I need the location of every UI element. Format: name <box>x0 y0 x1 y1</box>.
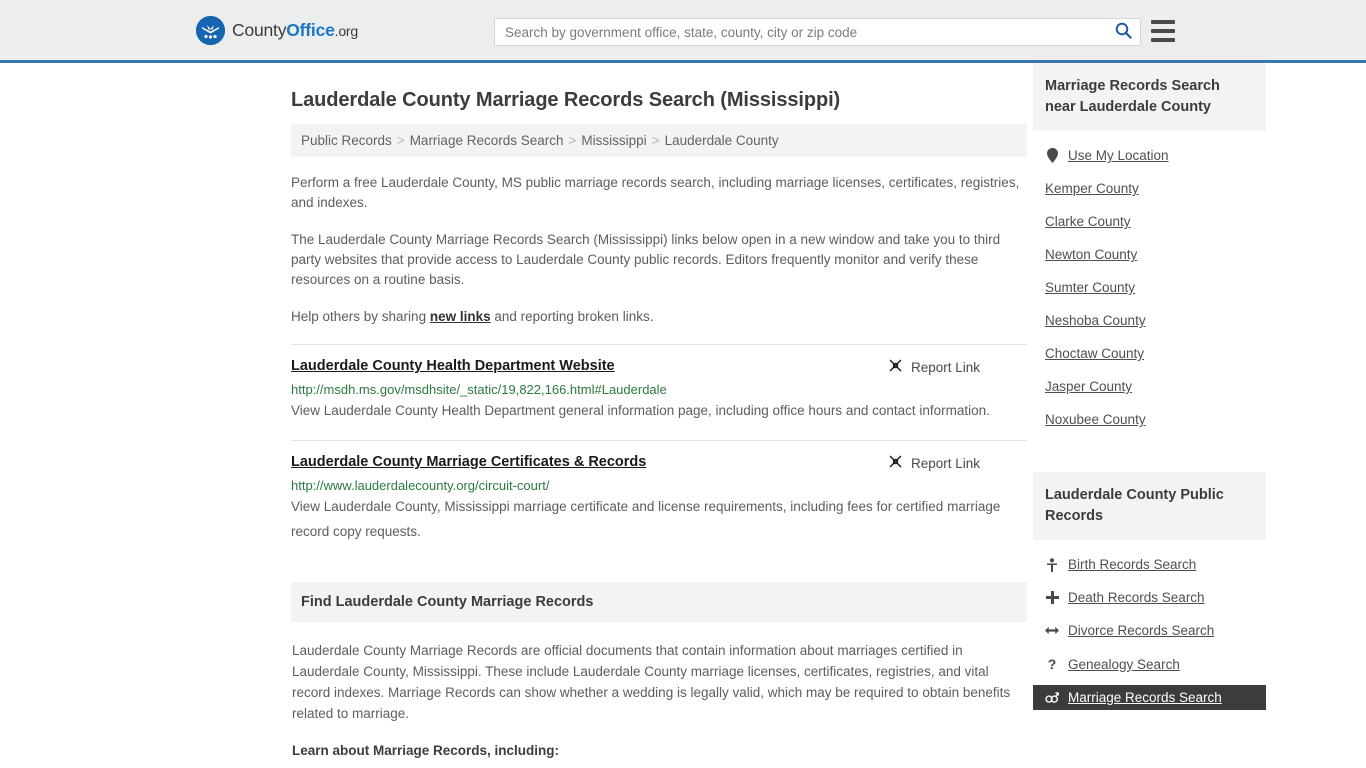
find-records-body: Lauderdale County Marriage Records are o… <box>291 640 1027 768</box>
page-body: Lauderdale County Marriage Records Searc… <box>0 63 1366 768</box>
sidebar-item-birth-records-search[interactable]: Birth Records Search <box>1033 552 1266 577</box>
male-female-symbols-icon <box>1045 691 1059 704</box>
result-url: http://www.lauderdalecounty.org/circuit-… <box>291 478 550 493</box>
main-column: Lauderdale County Marriage Records Searc… <box>291 63 1027 768</box>
intro-paragraph-2: The Lauderdale County Marriage Records S… <box>291 232 1001 287</box>
sidebar-item-label: Clarke County <box>1045 214 1131 229</box>
breadcrumb-separator: > <box>396 133 405 148</box>
page-title: Lauderdale County Marriage Records Searc… <box>291 89 841 111</box>
hamburger-menu-icon[interactable] <box>1151 20 1175 42</box>
map-pin-icon <box>1045 148 1059 163</box>
public-records-heading: Lauderdale County Public Records <box>1033 472 1266 540</box>
sidebar-item-label: Divorce Records Search <box>1068 623 1215 638</box>
public-records-list: Birth Records Search Death Records Searc… <box>1033 540 1266 722</box>
search-input[interactable] <box>495 19 1106 45</box>
result-description: View Lauderdale County Health Department… <box>291 403 990 418</box>
sidebar-item-label: Jasper County <box>1045 379 1133 394</box>
sidebar-item-death-records-search[interactable]: Death Records Search <box>1033 585 1266 610</box>
nearby-counties-card: Marriage Records Search near Lauderdale … <box>1033 63 1266 444</box>
report-link-label: Report Link <box>910 359 980 375</box>
sidebar-item-label: Genealogy Search <box>1068 656 1180 672</box>
breadcrumb-item-public-records[interactable]: Public Records <box>301 133 392 148</box>
result-item: Lauderdale County Marriage Certificates … <box>291 440 1027 544</box>
public-records-card: Lauderdale County Public Records Birth R… <box>1033 472 1266 722</box>
new-links-link[interactable]: new links <box>430 309 491 324</box>
search-icon <box>1115 22 1132 42</box>
sidebar-item-genealogy-search[interactable]: ? Genealogy Search <box>1033 651 1266 677</box>
sidebar-item-sumter-county[interactable]: Sumter County <box>1033 275 1266 300</box>
search-bar[interactable] <box>494 18 1141 46</box>
sidebar-item-divorce-records-search[interactable]: Divorce Records Search <box>1033 618 1266 643</box>
result-header: Lauderdale County Marriage Certificates … <box>291 454 1027 472</box>
logo-text-county: County <box>232 19 287 40</box>
intro-paragraph-1: Perform a free Lauderdale County, MS pub… <box>291 175 1020 210</box>
sidebar-item-label: Birth Records Search <box>1068 557 1197 572</box>
sidebar-item-label: Kemper County <box>1045 181 1139 196</box>
question-mark-icon: ? <box>1047 656 1057 672</box>
sidebar-item-label: Marriage Records Search <box>1068 690 1222 705</box>
sidebar-item-label: Death Records Search <box>1068 590 1205 605</box>
sidebar-item-noxubee-county[interactable]: Noxubee County <box>1033 407 1266 432</box>
baby-icon <box>1045 557 1059 572</box>
left-right-arrow-icon <box>1045 625 1059 636</box>
site-header: CountyOffice.org <box>0 0 1366 63</box>
sidebar-item-marriage-records-search[interactable]: Marriage Records Search <box>1033 685 1266 710</box>
sidebar-item-neshoba-county[interactable]: Neshoba County <box>1033 308 1266 333</box>
find-records-paragraph: Lauderdale County Marriage Records are o… <box>292 643 1011 721</box>
result-header: Lauderdale County Health Department Webs… <box>291 358 1027 376</box>
sidebar-item-use-my-location[interactable]: Use My Location <box>1033 143 1266 168</box>
breadcrumb: Public Records > Marriage Records Search > M… <box>291 124 1027 157</box>
intro-paragraph-3: Help others by sharing new links and rep… <box>291 307 1027 327</box>
cross-plus-icon <box>1045 591 1059 604</box>
sidebar-item-label: Neshoba County <box>1045 313 1146 328</box>
sidebar-item-label: Sumter County <box>1045 280 1136 295</box>
report-link-button[interactable]: Report Link <box>888 358 1027 376</box>
hamburger-bar <box>1151 38 1175 42</box>
sidebar-item-label: Newton County <box>1045 247 1138 262</box>
sidebar-item-label: Noxubee County <box>1045 412 1146 427</box>
breadcrumb-separator: > <box>651 133 660 148</box>
logo-text-office: Office <box>286 19 335 40</box>
search-button[interactable] <box>1106 19 1140 45</box>
eagle-shield-logo-icon <box>196 15 225 45</box>
broken-link-icon <box>888 358 903 376</box>
nearby-counties-heading: Marriage Records Search near Lauderdale … <box>1033 63 1266 131</box>
nearby-counties-list: Use My Location Kemper County Clarke Cou… <box>1033 131 1266 444</box>
sidebar-item-newton-county[interactable]: Newton County <box>1033 242 1266 267</box>
result-title-link[interactable]: Lauderdale County Health Department Webs… <box>291 358 615 374</box>
hamburger-bar <box>1151 29 1175 33</box>
sidebar-item-clarke-county[interactable]: Clarke County <box>1033 209 1266 234</box>
broken-link-icon <box>888 454 903 472</box>
site-logo[interactable]: CountyOffice.org <box>196 15 358 45</box>
sidebar-item-kemper-county[interactable]: Kemper County <box>1033 176 1266 201</box>
sidebar-item-label: Choctaw County <box>1045 346 1145 361</box>
report-link-label: Report Link <box>910 455 980 471</box>
learn-about-lead: Learn about Marriage Records, including: <box>292 743 560 758</box>
breadcrumb-item-lauderdale-county[interactable]: Lauderdale County <box>665 133 779 148</box>
result-title-link[interactable]: Lauderdale County Marriage Certificates … <box>291 454 646 470</box>
result-item: Lauderdale County Health Department Webs… <box>291 344 1027 423</box>
sidebar-item-label: Use My Location <box>1068 148 1169 163</box>
find-records-heading: Find Lauderdale County Marriage Records <box>291 582 1027 622</box>
report-link-button[interactable]: Report Link <box>888 454 1027 472</box>
sidebar-item-jasper-county[interactable]: Jasper County <box>1033 374 1266 399</box>
logo-wordmark: CountyOffice.org <box>232 20 358 41</box>
breadcrumb-item-marriage-records-search[interactable]: Marriage Records Search <box>410 133 564 148</box>
sidebar: Marriage Records Search near Lauderdale … <box>1033 63 1266 768</box>
result-url: http://msdh.ms.gov/msdhsite/_static/19,8… <box>291 382 667 397</box>
hamburger-bar <box>1151 20 1175 24</box>
share-text-after: and reporting broken links. <box>490 309 654 324</box>
breadcrumb-item-mississippi[interactable]: Mississippi <box>581 133 646 148</box>
logo-text-org: .org <box>334 22 359 39</box>
sidebar-item-choctaw-county[interactable]: Choctaw County <box>1033 341 1266 366</box>
breadcrumb-separator: > <box>568 133 577 148</box>
share-text-before: Help others by sharing <box>291 309 430 324</box>
result-description: View Lauderdale County, Mississippi marr… <box>291 499 1001 539</box>
